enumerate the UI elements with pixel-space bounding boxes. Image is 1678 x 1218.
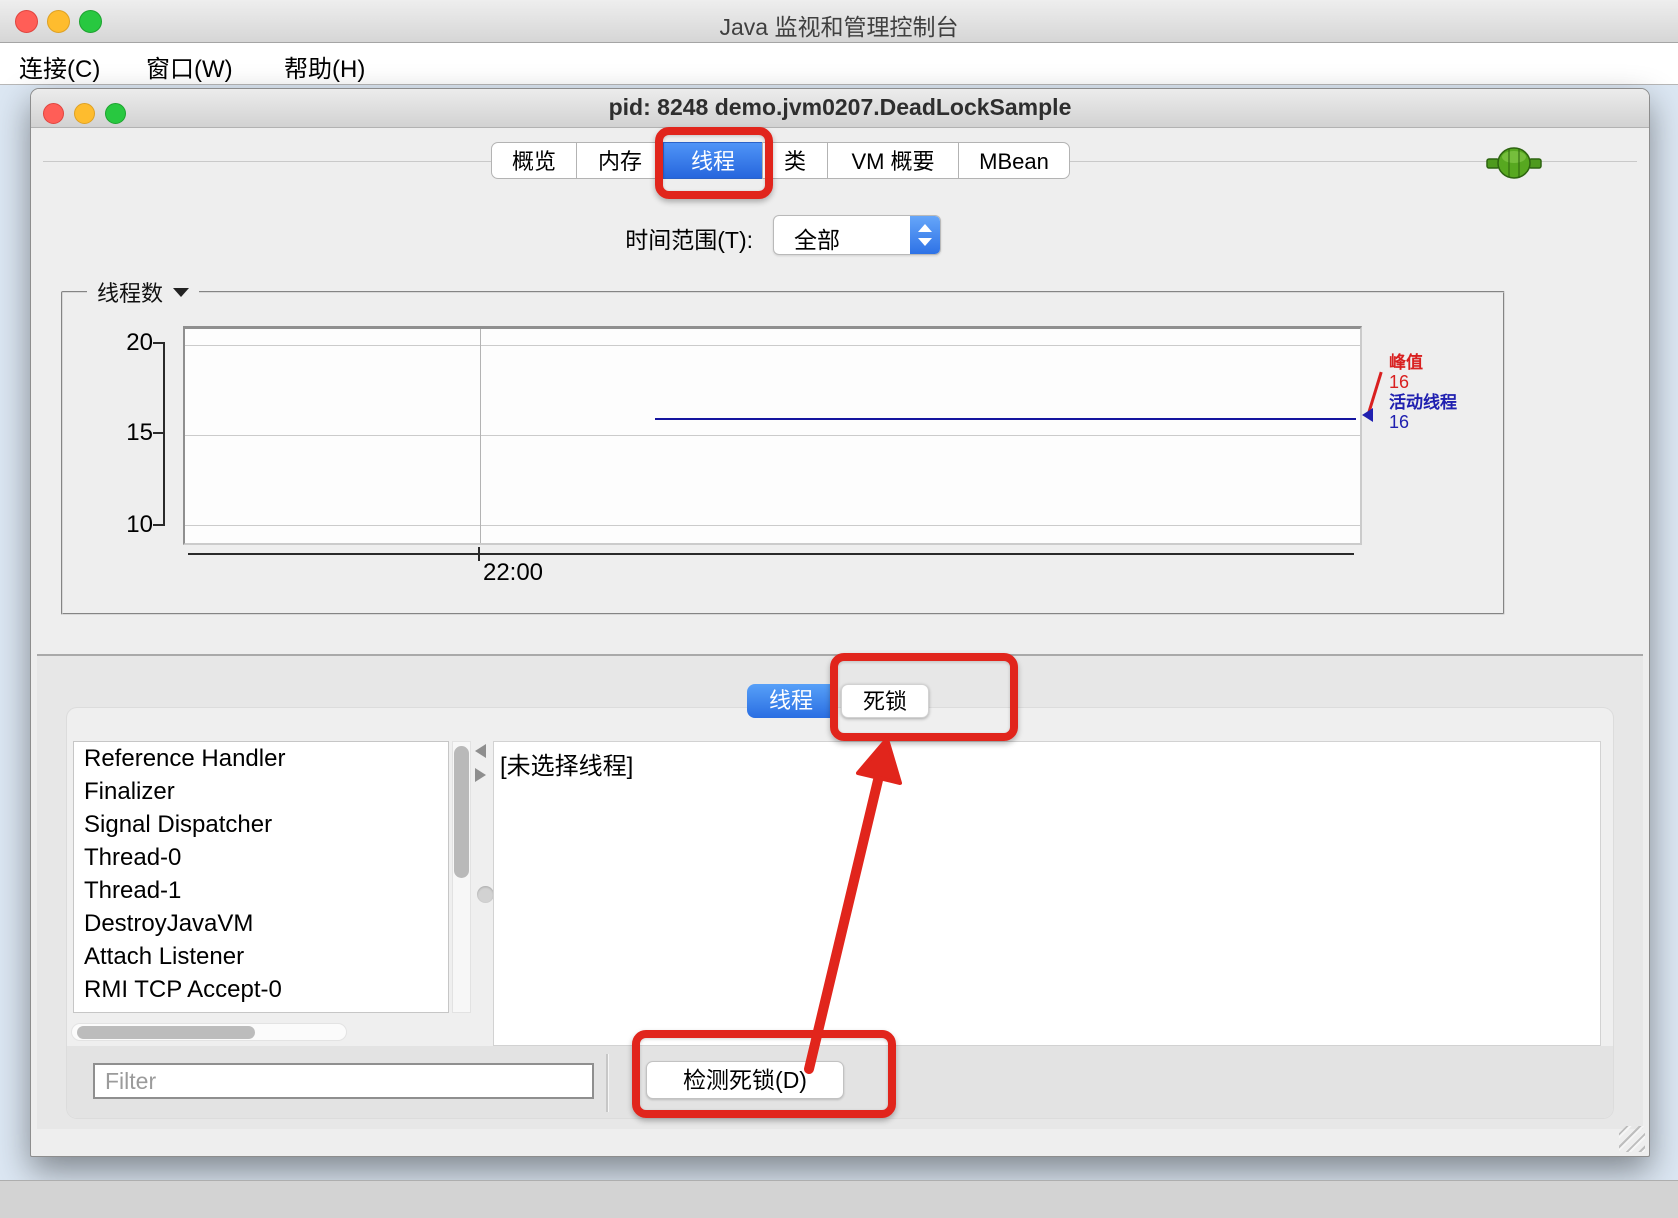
- peak-value: 16: [1389, 373, 1409, 392]
- outer-window-title: Java 监视和管理控制台: [0, 8, 1678, 42]
- menu-window[interactable]: 窗口(W): [146, 49, 233, 84]
- gridline: [185, 435, 1360, 436]
- y-tick-10: 10: [113, 511, 153, 539]
- chart-title: 线程数: [97, 276, 163, 308]
- current-value-marker-icon: [1362, 408, 1373, 422]
- connection-status-plug-icon: [1486, 145, 1542, 181]
- x-axis-line: [188, 553, 1354, 555]
- tab-mbean[interactable]: MBean: [958, 142, 1070, 179]
- time-range-selected-value: 全部: [794, 221, 840, 255]
- splitter-handle[interactable]: [477, 886, 494, 903]
- horizontal-scrollbar-thumb[interactable]: [77, 1026, 255, 1039]
- time-range-select[interactable]: 全部: [773, 215, 941, 255]
- resize-grip[interactable]: [1619, 1126, 1645, 1152]
- tab-bar: 概览 内存 线程 类 VM 概要 MBean: [491, 142, 1070, 179]
- thread-list-item[interactable]: Attach Listener: [74, 940, 448, 973]
- gridline: [480, 329, 481, 543]
- annotation-rect-deadlock-toggle: [830, 653, 1018, 741]
- no-thread-selected-text: [未选择线程]: [500, 746, 633, 781]
- thread-list-item[interactable]: Signal Dispatcher: [74, 808, 448, 841]
- thread-list-item[interactable]: DestroyJavaVM: [74, 907, 448, 940]
- annotation-rect-detect-button: [632, 1030, 896, 1118]
- y-tick-20: 20: [113, 329, 153, 357]
- menu-bar: 连接(C) 窗口(W) 帮助(H): [0, 43, 1678, 85]
- tab-overview[interactable]: 概览: [491, 142, 577, 179]
- active-threads-series-line: [655, 418, 1356, 420]
- active-threads-value: 16: [1389, 413, 1409, 432]
- outer-titlebar: Java 监视和管理控制台: [0, 0, 1678, 43]
- thread-list-item[interactable]: Thread-1: [74, 874, 448, 907]
- screen: Java 监视和管理控制台 连接(C) 窗口(W) 帮助(H) pid: 824…: [0, 0, 1678, 1218]
- thread-list-item[interactable]: Finalizer: [74, 775, 448, 808]
- active-threads-label: 活动线程: [1389, 393, 1457, 412]
- filter-input[interactable]: [93, 1063, 594, 1099]
- chart-metric-dropdown[interactable]: 线程数: [87, 277, 199, 307]
- peak-label: 峰值: [1389, 353, 1423, 372]
- dropdown-arrow-icon: [173, 288, 189, 297]
- inner-titlebar: pid: 8248 demo.jvm0207.DeadLockSample: [31, 89, 1649, 128]
- thread-count-chart-group: 线程数 20 15 10 22:00 峰值: [61, 291, 1505, 615]
- time-range-label: 时间范围(T):: [571, 221, 753, 255]
- select-stepper-icon: [910, 216, 940, 254]
- y-axis-tick: [153, 342, 165, 344]
- y-axis-line: [163, 342, 165, 526]
- annotation-rect-threads-tab: [655, 127, 773, 199]
- gridline: [185, 525, 1360, 526]
- bottom-bar-divider: [606, 1054, 609, 1112]
- menu-connect[interactable]: 连接(C): [19, 49, 100, 84]
- desktop-bottom-strip: [0, 1180, 1678, 1218]
- thread-list-item[interactable]: Thread-0: [74, 841, 448, 874]
- tab-vm-summary[interactable]: VM 概要: [827, 142, 959, 179]
- chart-plot-area: [183, 326, 1362, 545]
- tab-memory[interactable]: 内存: [576, 142, 664, 179]
- x-tick-label: 22:00: [443, 559, 583, 587]
- splitter-collapse-left-icon[interactable]: [475, 744, 486, 758]
- menu-help[interactable]: 帮助(H): [284, 49, 365, 84]
- toggle-threads[interactable]: 线程: [747, 684, 835, 718]
- y-axis-tick: [153, 524, 165, 526]
- vertical-scrollbar-thumb[interactable]: [454, 746, 469, 878]
- y-axis-tick: [153, 432, 165, 434]
- thread-list-item[interactable]: Reference Handler: [74, 742, 448, 775]
- thread-detail-panel: [未选择线程]: [493, 741, 1601, 1046]
- y-tick-15: 15: [113, 419, 153, 447]
- splitter-collapse-right-icon[interactable]: [475, 768, 486, 782]
- thread-list-item[interactable]: RMI TCP Accept-0: [74, 973, 448, 1006]
- gridline: [185, 345, 1360, 346]
- inner-window-title: pid: 8248 demo.jvm0207.DeadLockSample: [31, 94, 1649, 121]
- jconsole-process-window: pid: 8248 demo.jvm0207.DeadLockSample 概览…: [30, 88, 1650, 1157]
- thread-list: Reference Handler Finalizer Signal Dispa…: [73, 741, 449, 1013]
